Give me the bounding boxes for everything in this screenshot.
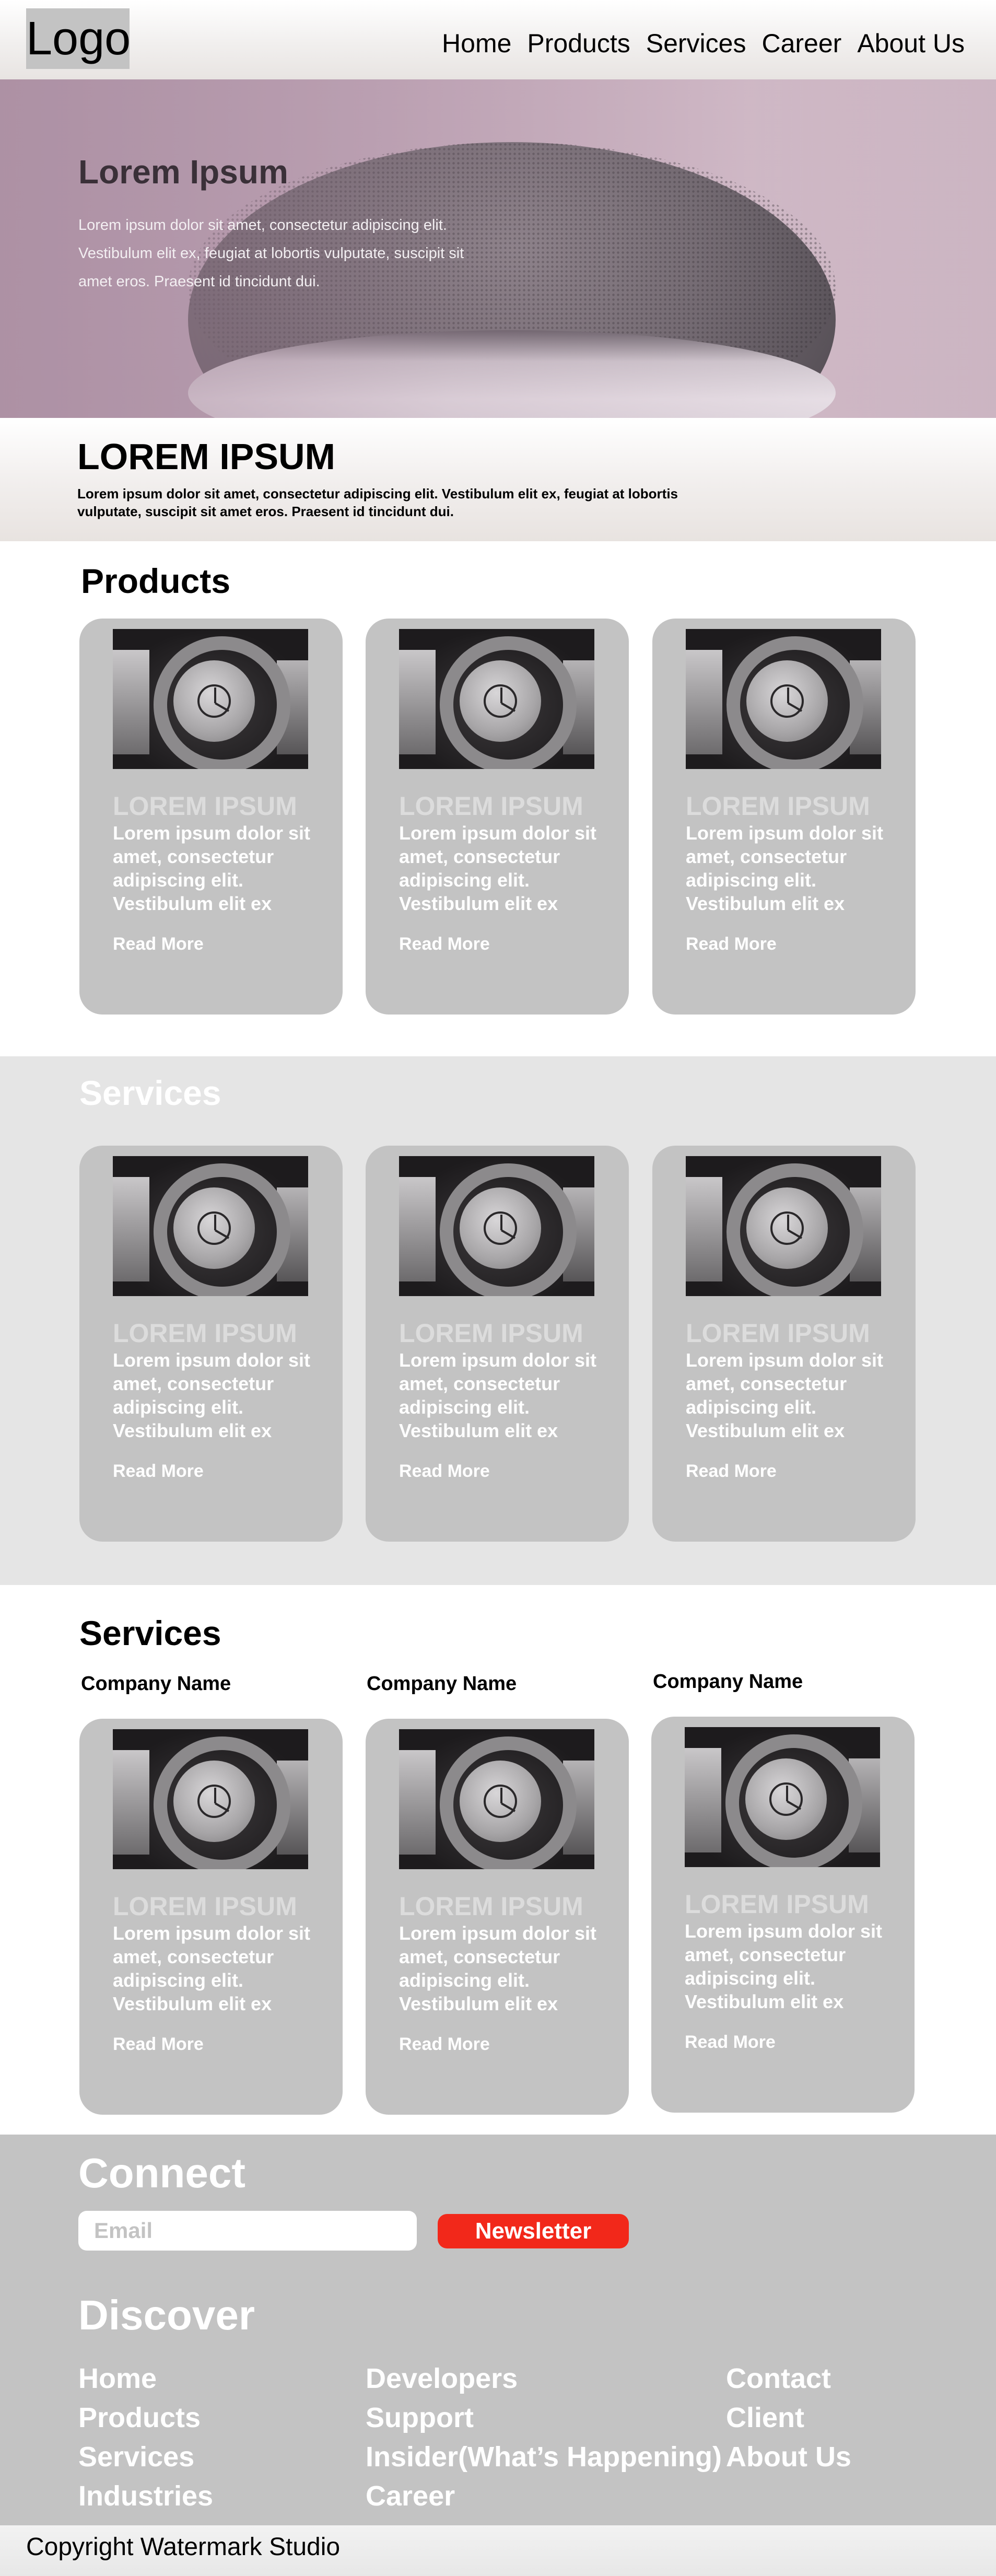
footer-link-home[interactable]: Home (78, 2359, 213, 2398)
footer-link-products[interactable]: Products (78, 2398, 213, 2438)
steering-wheel-image (685, 1727, 880, 1867)
card-text: Lorem ipsum dolor sit amet, consectetur … (113, 1922, 311, 2014)
steering-wheel-image (686, 629, 881, 769)
card-text: Lorem ipsum dolor sit amet, consectetur … (113, 1349, 311, 1441)
product-card[interactable]: LOREM IPSUM Lorem ipsum dolor sit amet, … (79, 619, 343, 1015)
service-card[interactable]: LOREM IPSUM Lorem ipsum dolor sit amet, … (366, 1146, 629, 1542)
card-title: LOREM IPSUM (686, 791, 870, 821)
read-more-link[interactable]: Read More (399, 1461, 490, 1482)
main-nav: Home Products Services Career About Us (442, 25, 965, 62)
footer-links-col-2: Developers Support Insider(What’s Happen… (366, 2359, 722, 2516)
steering-wheel-image (399, 629, 594, 769)
read-more-link[interactable]: Read More (686, 934, 777, 954)
nav-career[interactable]: Career (761, 25, 841, 62)
footer-link-career[interactable]: Career (366, 2477, 722, 2516)
card-text: Lorem ipsum dolor sit amet, consectetur … (113, 822, 311, 914)
footer-link-about-us[interactable]: About Us (726, 2438, 851, 2477)
steering-wheel-image (399, 1156, 594, 1296)
footer-link-client[interactable]: Client (726, 2398, 851, 2438)
nav-products[interactable]: Products (527, 25, 630, 62)
site-footer: Connect Newsletter Discover Home Product… (0, 2135, 996, 2525)
card-title: LOREM IPSUM (399, 791, 583, 821)
read-more-link[interactable]: Read More (113, 1461, 204, 1482)
company-name: Company Name (367, 1673, 517, 1695)
footer-link-insider[interactable]: Insider(What’s Happening) (366, 2438, 722, 2477)
card-title: LOREM IPSUM (113, 1319, 297, 1348)
hero-title: Lorem Ipsum (78, 153, 288, 191)
card-text: Lorem ipsum dolor sit amet, consectetur … (686, 822, 884, 914)
footer-link-industries[interactable]: Industries (78, 2477, 213, 2516)
products-title: Products (81, 562, 231, 600)
footer-links-col-1: Home Products Services Industries (78, 2359, 213, 2516)
card-title: LOREM IPSUM (686, 1319, 870, 1348)
nav-about-us[interactable]: About Us (857, 25, 965, 62)
email-field[interactable] (78, 2211, 417, 2251)
copyright-bar: Copyright Watermark Studio (0, 2525, 996, 2576)
footer-link-support[interactable]: Support (366, 2398, 722, 2438)
nav-services[interactable]: Services (646, 25, 746, 62)
read-more-link[interactable]: Read More (686, 1461, 777, 1482)
service-card[interactable]: LOREM IPSUM Lorem ipsum dolor sit amet, … (652, 1146, 916, 1542)
footer-link-contact[interactable]: Contact (726, 2359, 851, 2398)
card-text: Lorem ipsum dolor sit amet, consectetur … (685, 1920, 883, 2012)
card-text: Lorem ipsum dolor sit amet, consectetur … (399, 822, 597, 914)
services-title-2: Services (79, 1614, 221, 1652)
company-name: Company Name (81, 1673, 231, 1695)
footer-link-services[interactable]: Services (78, 2438, 213, 2477)
company-name: Company Name (653, 1671, 803, 1693)
service-card[interactable]: LOREM IPSUM Lorem ipsum dolor sit amet, … (651, 1717, 915, 2113)
footer-links-col-3: Contact Client About Us (726, 2359, 851, 2477)
read-more-link[interactable]: Read More (399, 934, 490, 954)
product-card[interactable]: LOREM IPSUM Lorem ipsum dolor sit amet, … (652, 619, 916, 1015)
steering-wheel-image (113, 629, 308, 769)
services-title: Services (79, 1074, 221, 1112)
service-card[interactable]: LOREM IPSUM Lorem ipsum dolor sit amet, … (79, 1719, 343, 2115)
steering-wheel-image (113, 1156, 308, 1296)
steering-wheel-image (399, 1729, 594, 1869)
read-more-link[interactable]: Read More (399, 2034, 490, 2055)
footer-link-developers[interactable]: Developers (366, 2359, 722, 2398)
connect-title: Connect (78, 2150, 245, 2196)
card-text: Lorem ipsum dolor sit amet, consectetur … (399, 1922, 597, 2014)
copyright-text: Copyright Watermark Studio (26, 2533, 341, 2561)
banner-text: Lorem ipsum dolor sit amet, consectetur … (77, 486, 678, 519)
steering-wheel-image (113, 1729, 308, 1869)
read-more-link[interactable]: Read More (113, 2034, 204, 2055)
steering-wheel-image (686, 1156, 881, 1296)
banner-title: LOREM IPSUM (77, 436, 335, 477)
read-more-link[interactable]: Read More (685, 2032, 776, 2053)
newsletter-button[interactable]: Newsletter (438, 2214, 629, 2248)
card-title: LOREM IPSUM (685, 1890, 869, 1919)
intro-banner: LOREM IPSUM Lorem ipsum dolor sit amet, … (0, 418, 996, 541)
card-text: Lorem ipsum dolor sit amet, consectetur … (399, 1349, 597, 1441)
card-text: Lorem ipsum dolor sit amet, consectetur … (686, 1349, 884, 1441)
discover-title: Discover (78, 2292, 255, 2338)
product-card[interactable]: LOREM IPSUM Lorem ipsum dolor sit amet, … (366, 619, 629, 1015)
hero-banner: Lorem Ipsum Lorem ipsum dolor sit amet, … (0, 79, 996, 418)
card-title: LOREM IPSUM (399, 1319, 583, 1348)
read-more-link[interactable]: Read More (113, 934, 204, 954)
site-header: Logo Home Products Services Career About… (0, 0, 996, 79)
card-title: LOREM IPSUM (113, 791, 297, 821)
nav-home[interactable]: Home (442, 25, 511, 62)
service-card[interactable]: LOREM IPSUM Lorem ipsum dolor sit amet, … (79, 1146, 343, 1542)
service-card[interactable]: LOREM IPSUM Lorem ipsum dolor sit amet, … (366, 1719, 629, 2115)
hero-text: Lorem ipsum dolor sit amet, consectetur … (78, 217, 464, 290)
card-title: LOREM IPSUM (113, 1892, 297, 1921)
card-title: LOREM IPSUM (399, 1892, 583, 1921)
logo[interactable]: Logo (26, 8, 131, 69)
